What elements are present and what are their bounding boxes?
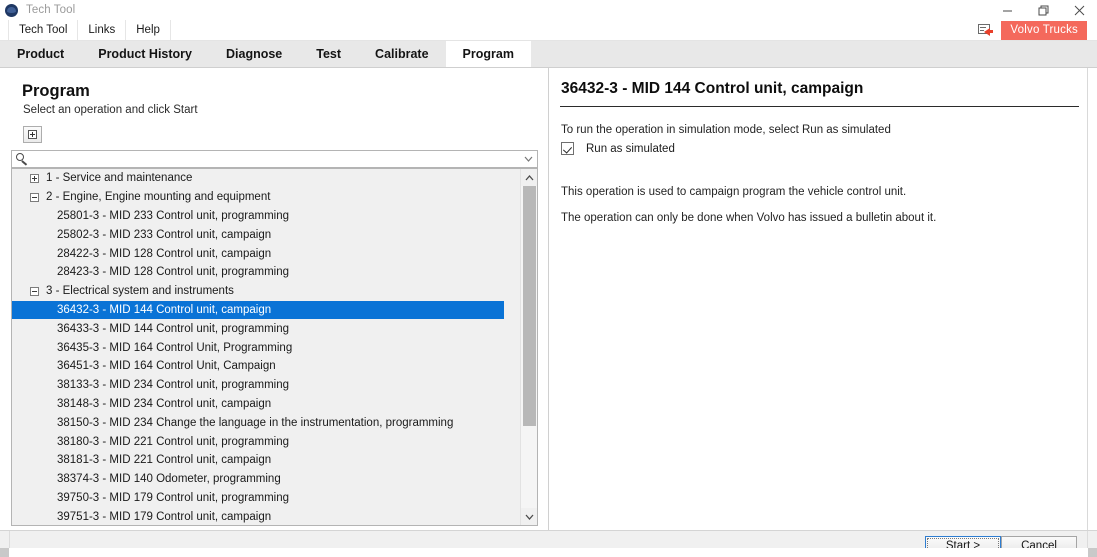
run-as-simulated-checkbox[interactable] [561,142,574,155]
window-right-edge [1087,68,1097,530]
title-bar: Tech Tool [0,0,1097,20]
tab-test[interactable]: Test [299,41,358,67]
tree-item-38374[interactable]: 38374-3 - MID 140 Odometer, programming [12,470,520,489]
tree-item-39751[interactable]: 39751-3 - MID 179 Control unit, campaign [12,507,520,525]
detail-divider [560,106,1079,107]
tree-group-electrical[interactable]: 3 - Electrical system and instruments [12,282,520,301]
tree-node-label: 3 - Electrical system and instruments [46,285,234,298]
operation-tree[interactable]: 1 - Service and maintenance 2 - Engine, … [11,168,538,526]
tab-product-history[interactable]: Product History [81,41,209,67]
menu-item-links[interactable]: Links [78,20,127,40]
operation-tree-list: 1 - Service and maintenance 2 - Engine, … [12,169,520,525]
minimize-icon[interactable] [989,0,1025,20]
chevron-down-icon[interactable] [519,156,537,162]
brand-area: Volvo Trucks [978,20,1097,40]
tree-item-36451[interactable]: 36451-3 - MID 164 Control Unit, Campaign [12,357,520,376]
tree-scrollbar[interactable] [520,169,537,525]
computer-connection-icon[interactable] [978,23,994,37]
tree-group-service-maintenance[interactable]: 1 - Service and maintenance [12,169,520,188]
tree-item-38133[interactable]: 38133-3 - MID 234 Control unit, programm… [12,376,520,395]
main-content: Program Select an operation and click St… [0,68,1097,530]
collapse-minus-icon[interactable] [30,192,39,202]
tab-calibrate[interactable]: Calibrate [358,41,446,67]
tree-node-label: 2 - Engine, Engine mounting and equipmen… [46,191,271,204]
collapse-minus-icon[interactable] [30,286,39,296]
search-icon [15,152,31,166]
tech-tool-window: Tech Tool Tech Tool Links Help Volvo Tru… [0,0,1097,557]
scroll-up-icon[interactable] [521,169,537,186]
tree-item-28423[interactable]: 28423-3 - MID 128 Control unit, programm… [12,263,520,282]
tree-item-36432-selected[interactable]: 36432-3 - MID 144 Control unit, campaign [12,300,504,320]
tab-product[interactable]: Product [0,41,81,67]
tree-item-38180[interactable]: 38180-3 - MID 221 Control unit, programm… [12,432,520,451]
menu-item-help[interactable]: Help [126,20,171,40]
tree-node-label: 1 - Service and maintenance [46,172,193,185]
close-icon[interactable] [1061,0,1097,20]
detail-paragraph-1: This operation is used to campaign progr… [561,186,907,198]
window-bottom-edge [0,548,1097,557]
tree-item-28422[interactable]: 28422-3 - MID 128 Control unit, campaign [12,244,520,263]
tree-item-38150[interactable]: 38150-3 - MID 234 Change the language in… [12,413,520,432]
simulation-hint: To run the operation in simulation mode,… [561,124,891,136]
menu-item-tech-tool[interactable]: Tech Tool [8,20,79,40]
tree-item-39750[interactable]: 39750-3 - MID 179 Control unit, programm… [12,489,520,508]
run-as-simulated-row[interactable]: Run as simulated [561,142,675,155]
operation-detail-pane: 36432-3 - MID 144 Control unit, campaign… [549,68,1097,530]
operation-selection-pane: Program Select an operation and click St… [0,68,548,530]
scroll-down-icon[interactable] [521,508,537,525]
scrollbar-track[interactable] [521,186,537,508]
search-box[interactable] [11,150,538,168]
expand-plus-icon[interactable] [30,173,39,183]
tree-item-25802[interactable]: 25802-3 - MID 233 Control unit, campaign [12,225,520,244]
page-title: Program [22,82,90,100]
page-subtitle: Select an operation and click Start [23,104,198,116]
tree-item-38148[interactable]: 38148-3 - MID 234 Control unit, campaign [12,395,520,414]
run-as-simulated-label: Run as simulated [586,142,675,155]
tree-item-25801[interactable]: 25801-3 - MID 233 Control unit, programm… [12,207,520,226]
expand-all-button[interactable] [23,126,42,143]
tab-diagnose[interactable]: Diagnose [209,41,299,67]
search-input[interactable] [31,152,519,166]
tree-item-36435[interactable]: 36435-3 - MID 164 Control Unit, Programm… [12,338,520,357]
app-logo-icon [5,3,18,17]
tree-item-38181[interactable]: 38181-3 - MID 221 Control unit, campaign [12,451,520,470]
window-title: Tech Tool [26,4,76,16]
detail-paragraph-2: The operation can only be done when Volv… [561,212,937,224]
tree-group-engine[interactable]: 2 - Engine, Engine mounting and equipmen… [12,188,520,207]
tab-program[interactable]: Program [445,41,531,67]
brand-badge: Volvo Trucks [1001,20,1087,40]
plus-box-icon [28,130,37,139]
restore-icon[interactable] [1025,0,1061,20]
scrollbar-thumb[interactable] [523,186,536,426]
main-tab-bar: Product Product History Diagnose Test Ca… [0,41,1097,68]
window-controls [989,0,1097,20]
tree-item-36433[interactable]: 36433-3 - MID 144 Control unit, programm… [12,319,520,338]
menu-bar: Tech Tool Links Help [0,20,1097,41]
detail-title: 36432-3 - MID 144 Control unit, campaign [561,80,864,97]
